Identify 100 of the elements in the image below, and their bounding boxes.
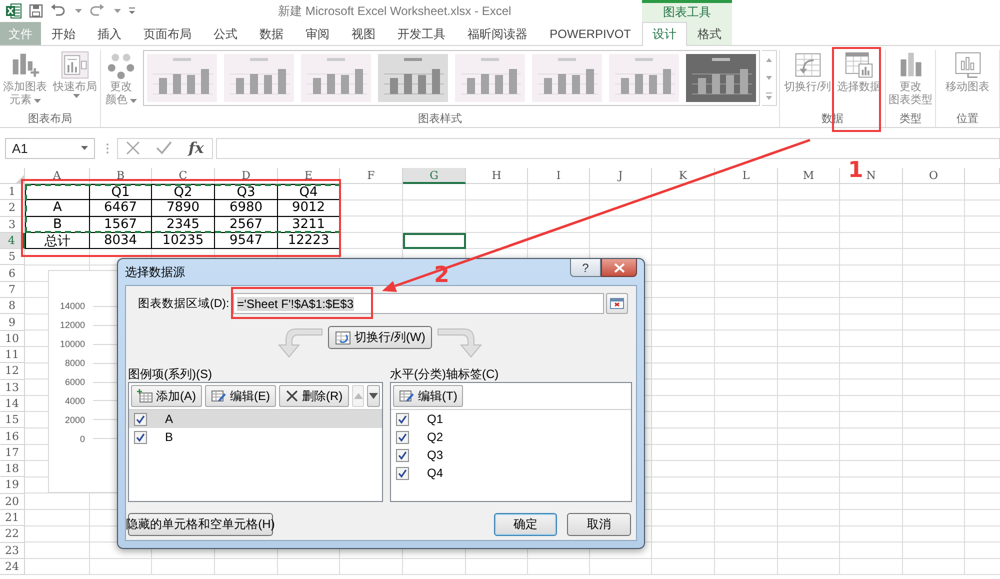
row-header[interactable]: 10 <box>0 330 25 347</box>
redo-icon[interactable] <box>89 4 105 18</box>
row-header[interactable]: 18 <box>0 461 25 478</box>
list-item[interactable]: Q1 <box>391 410 631 428</box>
close-button[interactable] <box>601 259 637 277</box>
save-icon[interactable] <box>29 4 43 18</box>
toolbar-button[interactable]: 编辑(E) <box>205 385 276 407</box>
axis-label: 6000 <box>64 377 85 387</box>
ribbon-tab[interactable]: 插入 <box>86 22 133 45</box>
row-header[interactable]: 11 <box>0 346 25 364</box>
ribbon-tab[interactable]: 视图 <box>340 22 387 45</box>
row-header[interactable]: 23 <box>0 542 25 559</box>
ribbon-tab[interactable]: 数据 <box>248 22 295 45</box>
undo-icon[interactable] <box>50 4 66 18</box>
close-icon <box>614 262 624 272</box>
row-header[interactable]: 14 <box>0 396 25 412</box>
row-header[interactable]: 20 <box>0 494 25 510</box>
row-header[interactable]: 17 <box>0 444 25 462</box>
formula-input[interactable] <box>216 138 1000 158</box>
list-item[interactable]: A <box>129 410 382 428</box>
row-header[interactable]: 7 <box>0 282 25 298</box>
column-header[interactable]: O <box>903 168 965 184</box>
column-header[interactable] <box>965 168 1000 184</box>
active-cell[interactable] <box>403 232 466 250</box>
ribbon-tab[interactable]: 开始 <box>40 22 87 45</box>
table-cell <box>25 184 90 200</box>
row-header[interactable]: 13 <box>0 380 25 396</box>
switch-row-column-button[interactable]: 切换行/列(W) <box>328 326 432 349</box>
checkbox[interactable] <box>134 430 147 444</box>
chart-layout-icon[interactable] <box>60 50 90 80</box>
row-header[interactable]: 1 <box>0 184 25 200</box>
group-label: 图表布局 <box>27 112 73 126</box>
column-header[interactable]: I <box>528 168 590 184</box>
column-header[interactable]: K <box>652 168 715 184</box>
column-header[interactable]: M <box>778 168 840 184</box>
range-field[interactable]: ='Sheet F'!$A$1:$E$3 <box>233 293 604 314</box>
toolbar-button[interactable]: 添加(A) <box>131 385 202 407</box>
ribbon-tab[interactable]: 设计 <box>642 22 687 46</box>
help-button[interactable]: ? <box>570 259 601 277</box>
row-header[interactable]: 6 <box>0 265 25 282</box>
list-item[interactable]: Q4 <box>391 464 631 482</box>
ribbon-tab[interactable]: 审阅 <box>294 22 341 45</box>
toolbar-button[interactable]: 删除(R) <box>279 385 349 407</box>
cancel-button[interactable]: 取消 <box>567 513 631 536</box>
chart-style-thumbnail[interactable] <box>608 54 678 102</box>
row-header[interactable]: 24 <box>0 558 25 576</box>
toolbar-button[interactable] <box>367 385 380 407</box>
ribbon-tab[interactable]: 公式 <box>202 22 249 45</box>
column-header[interactable]: G <box>403 168 466 184</box>
list-item[interactable]: Q2 <box>391 428 631 446</box>
checkbox[interactable] <box>396 430 409 444</box>
customize-icon[interactable] <box>128 7 136 15</box>
chart-style-thumbnail[interactable] <box>224 54 294 102</box>
column-header[interactable]: J <box>590 168 652 184</box>
table-cell: 10235 <box>152 232 215 250</box>
caret-icon <box>114 9 121 13</box>
name-box[interactable]: A1 <box>5 138 95 158</box>
row-header[interactable]: 21 <box>0 510 25 526</box>
chart-style-thumbnail[interactable] <box>532 54 602 102</box>
row-header[interactable]: 12 <box>0 363 25 380</box>
cancel-icon[interactable] <box>126 141 140 155</box>
chart-style-thumbnail[interactable] <box>300 54 370 102</box>
column-header[interactable]: H <box>466 168 528 184</box>
ribbon-tab[interactable]: 页面布局 <box>132 22 203 45</box>
row-header[interactable]: 19 <box>0 477 25 494</box>
table-chart-icon[interactable] <box>844 50 874 80</box>
row-header[interactable]: 2 <box>0 200 25 217</box>
table-cell: Q4 <box>278 184 340 200</box>
check-icon[interactable] <box>156 141 172 155</box>
checkbox[interactable] <box>134 412 147 426</box>
column-header[interactable]: F <box>340 168 403 184</box>
ribbon-tab[interactable]: 开发工具 <box>386 22 457 45</box>
chart-style-thumbnail[interactable] <box>454 54 524 102</box>
checkbox[interactable] <box>396 412 409 426</box>
checkbox[interactable] <box>396 448 409 462</box>
row-header[interactable]: 22 <box>0 526 25 543</box>
insert-function-button[interactable]: fx <box>188 139 204 157</box>
caret-icon <box>34 98 40 102</box>
row-header[interactable]: 5 <box>0 249 25 266</box>
row-header[interactable]: 16 <box>0 428 25 445</box>
table-cell: 9012 <box>278 200 340 217</box>
caret-icon <box>130 98 136 102</box>
ribbon-tab[interactable]: 格式 <box>687 22 732 45</box>
ribbon-tab[interactable]: POWERPIVOT <box>538 22 642 45</box>
row-header[interactable]: 8 <box>0 298 25 314</box>
chart-frame-icon[interactable] <box>952 50 982 80</box>
row-header[interactable]: 9 <box>0 314 25 331</box>
checkbox[interactable] <box>396 466 409 480</box>
chart-style-thumbnail[interactable] <box>146 54 216 102</box>
chart-style-thumbnail[interactable] <box>378 54 448 102</box>
list-item[interactable]: Q3 <box>391 446 631 464</box>
column-header[interactable]: L <box>715 168 778 184</box>
hidden-cells-button[interactable]: 隐藏的单元格和空单元格(H) <box>128 513 273 536</box>
chart-style-thumbnail[interactable] <box>686 54 756 102</box>
ok-button[interactable]: 确定 <box>494 513 557 536</box>
toolbar-button[interactable]: 编辑(T) <box>393 385 464 407</box>
row-header[interactable]: 15 <box>0 412 25 428</box>
collapse-button[interactable] <box>606 293 628 314</box>
spreadsheet-logo-icon[interactable] <box>6 3 22 19</box>
ribbon-tab[interactable]: 福昕阅读器 <box>456 22 539 45</box>
